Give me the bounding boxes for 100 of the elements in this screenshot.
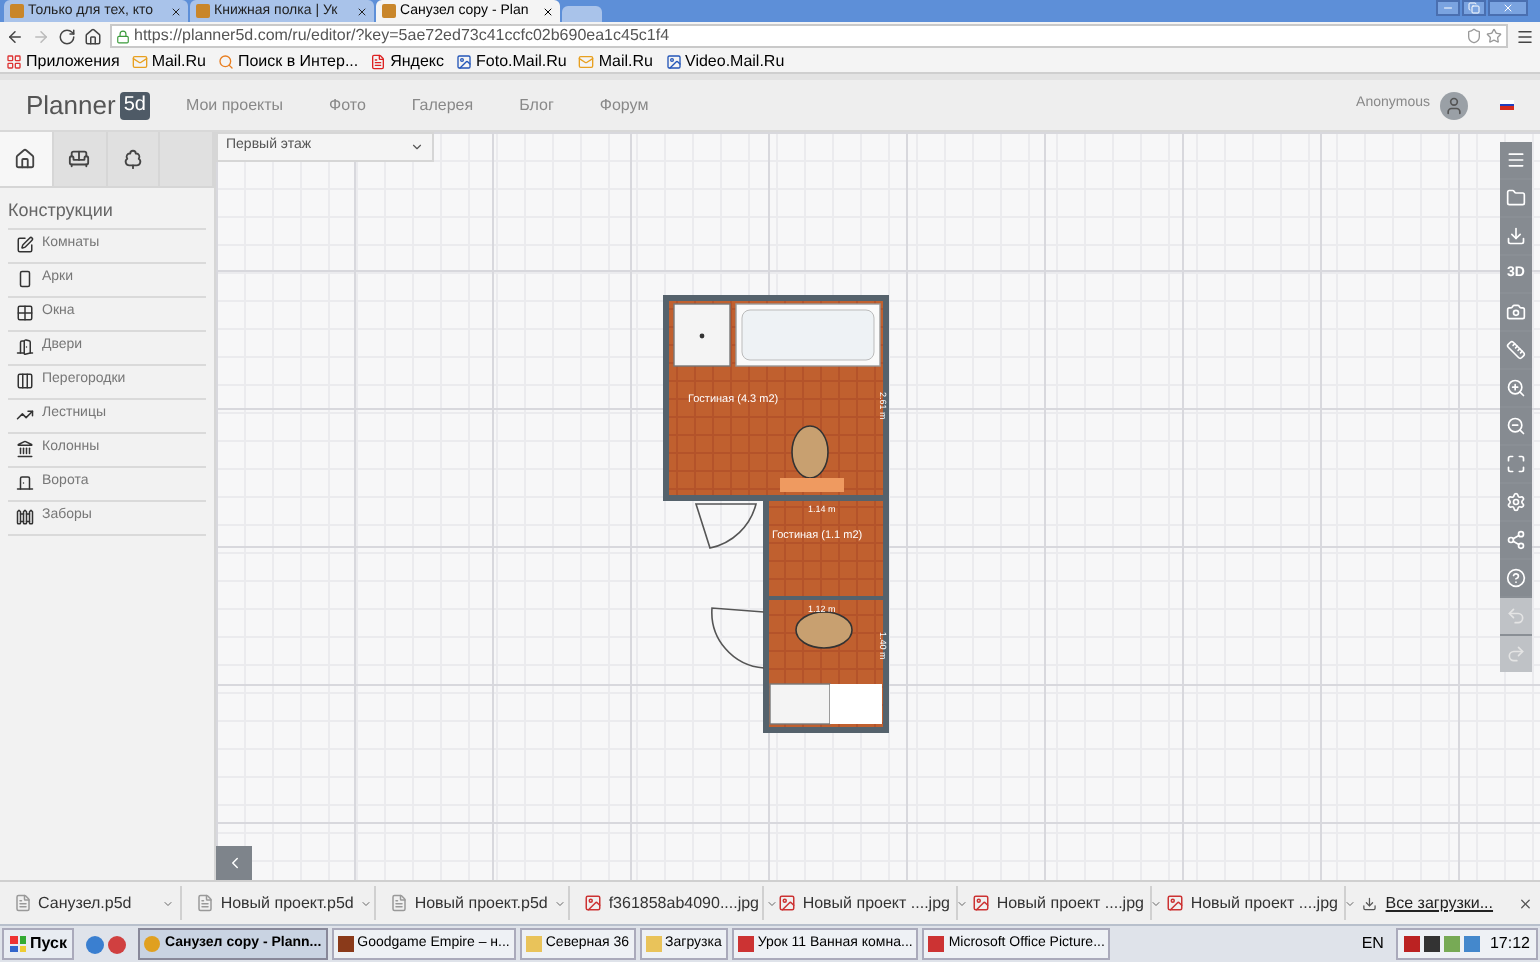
app-icon (144, 936, 161, 952)
square-pen-icon (16, 236, 34, 254)
window-close-button[interactable] (1488, 0, 1528, 16)
tab-favicon-icon (382, 4, 396, 18)
camera-icon (1506, 302, 1526, 322)
caret-icon[interactable] (359, 897, 372, 909)
download-icon (1362, 895, 1378, 911)
file-icon (196, 894, 215, 912)
app-icon (928, 936, 945, 952)
download-item[interactable]: Новый проект.p5d (190, 886, 377, 920)
bookmark-link[interactable]: Mail.Ru (578, 53, 653, 69)
caret-icon (410, 140, 424, 154)
tree-icon (121, 148, 144, 170)
all-downloads-link[interactable]: Все загрузки... (1385, 891, 1494, 915)
windows-flag-icon (10, 936, 26, 952)
minimize-icon (1442, 2, 1454, 14)
download-item[interactable]: f361858ab4090....jpg (578, 886, 765, 920)
sidebar-tab[interactable] (107, 132, 161, 186)
caret-icon[interactable] (553, 897, 566, 909)
close-icon[interactable] (356, 5, 368, 17)
back-icon[interactable] (6, 27, 24, 45)
zoom-in-icon (1506, 378, 1526, 398)
app-icon (737, 936, 754, 952)
mail-icon (578, 53, 595, 69)
ruler-icon (1506, 340, 1526, 360)
toolbar-button[interactable] (1500, 218, 1532, 254)
toolbar-button[interactable] (1500, 484, 1532, 520)
toolbar-button[interactable] (1500, 332, 1532, 368)
logo-badge[interactable]: 5d (119, 91, 150, 119)
bookmark-link[interactable]: Поиск в Интер... (217, 53, 359, 69)
page-icon (370, 53, 387, 69)
app-icon (337, 936, 354, 952)
section-title: Конструкции (6, 198, 115, 224)
caret-icon[interactable] (1149, 897, 1162, 909)
toolbar-button[interactable] (1500, 294, 1532, 330)
toolbar-button[interactable] (1500, 446, 1532, 482)
download-item[interactable]: Новый проект ....jpg (772, 886, 959, 920)
sidebar-tab[interactable] (0, 132, 54, 186)
mail-icon (131, 53, 148, 69)
reload-icon[interactable] (58, 27, 76, 45)
caret-icon[interactable] (1343, 897, 1356, 909)
language-indicator[interactable]: EN (1353, 932, 1392, 956)
redo-icon (1506, 644, 1526, 664)
apps-icon (6, 53, 22, 69)
close-icon (1502, 2, 1514, 14)
forward-icon[interactable] (32, 27, 50, 45)
image-file-icon (584, 894, 603, 912)
image-file-icon (778, 894, 797, 912)
app-icon (525, 936, 542, 952)
logo-text[interactable]: Planner (26, 85, 116, 125)
image-file-icon (972, 894, 991, 912)
clock-text: 17:12 (1489, 932, 1530, 956)
restore-button[interactable] (1462, 0, 1486, 16)
app-icon (645, 936, 662, 952)
bookmark-link[interactable]: Приложения (6, 53, 120, 69)
caret-icon[interactable] (162, 897, 175, 909)
settings-icon (1506, 492, 1526, 512)
download-item[interactable]: Новый проект ....jpg (1160, 886, 1347, 920)
toolbar-button[interactable] (1500, 142, 1532, 178)
tab-favicon-icon (196, 4, 210, 18)
url-text: https://planner5d.com/ru/editor/?key=5ae72ed73c41ccfc02b690ea1c45c1f4 (134, 28, 672, 44)
lock-icon (116, 29, 130, 43)
star-icon[interactable] (1486, 28, 1502, 44)
picture-icon (665, 53, 681, 69)
download-item[interactable]: Новый проект ....jpg (966, 886, 1153, 920)
download-item[interactable]: Санузел.p5d (8, 886, 183, 920)
expand-icon (1506, 454, 1526, 474)
avatar-icon[interactable] (1440, 91, 1468, 119)
close-icon[interactable] (170, 5, 182, 17)
zoom-out-icon (1506, 416, 1526, 436)
toolbar-button[interactable] (1500, 370, 1532, 406)
bookmark-link[interactable]: Video.Mail.Ru (665, 53, 785, 69)
caret-icon[interactable] (955, 897, 968, 909)
download-icon (1506, 226, 1526, 246)
toolbar-button[interactable] (1500, 522, 1532, 558)
search-icon (217, 53, 234, 69)
folder-icon (1506, 188, 1526, 208)
sidebar-tab[interactable] (53, 132, 107, 186)
start-button[interactable]: Пуск (2, 928, 75, 960)
bookmark-link[interactable]: Foto.Mail.Ru (456, 53, 567, 69)
toolbar-button[interactable] (1500, 408, 1532, 444)
home-icon[interactable] (84, 27, 102, 45)
minimize-button[interactable] (1436, 0, 1460, 16)
tab-favicon-icon (10, 4, 24, 18)
bookmark-link[interactable]: Яндекс (370, 53, 445, 69)
flag-icon[interactable] (1500, 100, 1514, 110)
menu-icon[interactable] (1516, 27, 1534, 45)
menu-icon (1506, 150, 1526, 170)
toolbar-button[interactable] (1500, 560, 1532, 596)
shield-icon (1466, 28, 1482, 44)
toolbar-button[interactable] (1500, 180, 1532, 216)
close-icon[interactable] (542, 5, 554, 17)
image-file-icon (1166, 894, 1185, 912)
picture-icon (456, 53, 473, 69)
download-item[interactable]: Новый проект.p5d (384, 886, 571, 920)
sofa-icon (68, 148, 91, 170)
address-field[interactable]: https://planner5d.com/ru/editor/?key=5ae72ed73c41ccfc02b690ea1c45c1f4 (110, 24, 1508, 48)
caret-icon[interactable] (765, 897, 778, 909)
columns-icon (16, 440, 34, 458)
bookmark-link[interactable]: Mail.Ru (131, 53, 206, 69)
